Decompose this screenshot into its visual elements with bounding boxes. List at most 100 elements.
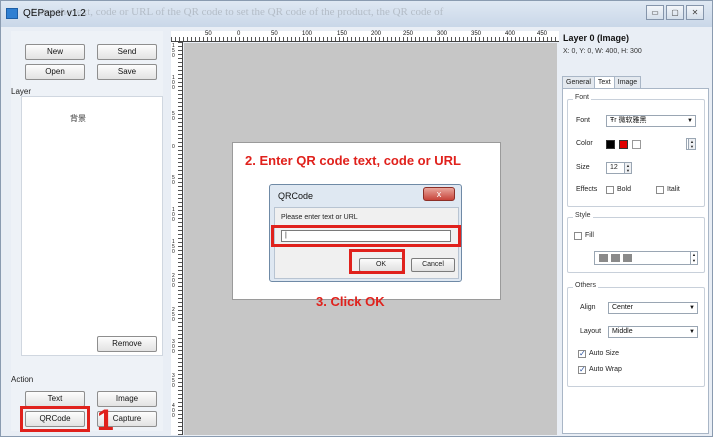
bold-checkbox[interactable] — [606, 186, 614, 194]
text-button[interactable]: Text — [25, 391, 85, 407]
save-button[interactable]: Save — [97, 64, 157, 80]
auto-wrap-checkbox[interactable] — [578, 365, 586, 374]
top-ruler: 50 0 50 100 150 200 250 300 350 400 450 — [171, 31, 559, 42]
send-button[interactable]: Send — [97, 44, 157, 60]
color-swatch-white[interactable] — [632, 140, 641, 149]
text-tab-panel: Font Font Ŧr 微软雅黑 ▼ Color ▲ ▼ Size 12 ▲ ▼ … — [562, 88, 709, 434]
chevron-down-icon: ▼ — [687, 118, 693, 124]
step2-instruction: 2. Enter QR code text, code or URL — [245, 153, 461, 168]
ruler-vtick: 0 — [172, 144, 175, 150]
left-ruler: 1 5 0 1 0 0 5 0 0 5 0 1 0 0 1 5 0 2 0 0 … — [171, 42, 183, 435]
color-swatch-red[interactable] — [619, 140, 628, 149]
color-label: Color — [576, 140, 593, 147]
bold-label: Bold — [617, 186, 632, 193]
ruler-tick: 200 — [371, 31, 382, 37]
title-bar: Enter the text, code or URL of the QR co… — [1, 1, 712, 27]
app-icon — [6, 8, 18, 19]
auto-size-checkbox[interactable] — [578, 349, 586, 358]
ruler-vtick: 2 0 0 — [172, 273, 175, 289]
layer-title: Layer 0 (Image) — [563, 33, 630, 43]
layer-geometry: X: 0, Y: 0, W: 400, H: 300 — [563, 48, 642, 55]
dialog-prompt: Please enter text or URL — [281, 214, 358, 221]
layout-select[interactable]: Middle ▼ — [608, 326, 698, 338]
fill-pattern-select[interactable]: ▲ ▼ — [594, 251, 698, 265]
ok-highlight — [349, 249, 405, 274]
ruler-tick: 250 — [403, 31, 414, 37]
ruler-tick: 450 — [537, 31, 548, 37]
italic-checkbox[interactable] — [656, 186, 664, 194]
font-select[interactable]: Ŧr 微软雅黑 ▼ — [606, 115, 696, 127]
auto-wrap-label: Auto Wrap — [589, 366, 622, 373]
italic-label: Italit — [667, 186, 680, 193]
new-button[interactable]: New — [25, 44, 85, 60]
dialog-title: QRCode — [278, 191, 314, 201]
ruler-vtick: 1 5 0 — [172, 43, 175, 59]
ruler-tick: 150 — [337, 31, 348, 37]
left-panel: New Send Open Save Layer 背景 Remove Actio… — [11, 31, 163, 432]
close-icon[interactable]: ✕ — [686, 5, 704, 20]
auto-size-label: Auto Size — [589, 350, 619, 357]
ruler-tick: 0 — [237, 31, 241, 37]
open-button[interactable]: Open — [25, 64, 85, 80]
app-window: Enter the text, code or URL of the QR co… — [0, 0, 713, 437]
chevron-down-icon: ▼ — [689, 305, 695, 311]
ruler-tick: 50 — [271, 31, 278, 37]
input-highlight — [271, 225, 461, 247]
ruler-vtick: 4 0 0 — [172, 403, 175, 419]
ruler-vtick: 2 5 0 — [172, 307, 175, 323]
font-select-value: 微软雅黑 — [618, 117, 647, 124]
chevron-down-icon: ▼ — [689, 329, 695, 335]
background-ghost-text: Enter the text, code or URL of the QR co… — [31, 6, 444, 18]
spinner-arrows-icon: ▲ ▼ — [690, 252, 697, 264]
fill-checkbox[interactable] — [574, 232, 582, 240]
font-group-title: Font — [573, 94, 592, 101]
layout-label: Layout — [580, 328, 602, 335]
color-spinner[interactable]: ▲ ▼ — [686, 138, 696, 150]
minimize-icon[interactable]: ▭ — [646, 5, 664, 20]
step3-instruction: 3. Click OK — [316, 294, 385, 309]
size-value: 12 — [610, 164, 618, 171]
pattern-swatch — [611, 254, 620, 262]
window-title: QEPaper v1.2 — [23, 8, 86, 19]
layer-group-label: Layer — [11, 87, 32, 96]
ruler-vtick: 3 5 0 — [172, 373, 175, 389]
style-group-title: Style — [573, 212, 593, 219]
spinner-arrows-icon: ▲ ▼ — [688, 139, 695, 149]
style-group: Style Fill ▲ ▼ — [567, 212, 705, 273]
align-select[interactable]: Center ▼ — [608, 302, 698, 314]
font-type-icon: Ŧr — [610, 117, 617, 124]
size-label: Size — [576, 164, 590, 171]
ruler-tick: 100 — [302, 31, 313, 37]
ruler-vtick: 5 0 — [172, 175, 175, 186]
remove-button[interactable]: Remove — [97, 336, 157, 352]
ruler-vtick: 1 0 0 — [172, 75, 175, 91]
dialog-close-icon[interactable]: x — [423, 187, 455, 201]
action-group-label: Action — [11, 375, 34, 384]
align-select-value: Center — [612, 304, 634, 311]
maximize-icon[interactable]: ▢ — [666, 5, 684, 20]
layout-select-value: Middle — [612, 328, 633, 335]
properties-panel: Layer 0 (Image) X: 0, Y: 0, W: 400, H: 3… — [559, 31, 712, 436]
effects-label: Effects — [576, 186, 598, 193]
spinner-arrows-icon: ▲ ▼ — [624, 163, 631, 173]
cancel-button[interactable]: Cancel — [411, 258, 455, 272]
fill-label: Fill — [585, 232, 594, 239]
font-group: Font Font Ŧr 微软雅黑 ▼ Color ▲ ▼ Size 12 ▲ ▼ … — [567, 94, 705, 207]
qrcode-highlight — [20, 406, 90, 432]
pattern-swatch — [623, 254, 632, 262]
others-group: Others Align Center ▼ Layout Middle ▼ Au… — [567, 282, 705, 387]
ruler-tick: 400 — [505, 31, 516, 37]
ruler-vtick: 1 5 0 — [172, 239, 175, 255]
pattern-swatch — [599, 254, 608, 262]
layer-item-background[interactable]: 背景 — [70, 113, 86, 124]
others-group-title: Others — [573, 282, 599, 289]
ruler-vtick: 3 0 0 — [172, 339, 175, 355]
ruler-tick: 350 — [471, 31, 482, 37]
font-label: Font — [576, 117, 591, 124]
color-swatch-black[interactable] — [606, 140, 615, 149]
layer-list[interactable]: 背景 — [21, 96, 163, 356]
align-label: Align — [580, 304, 596, 311]
ruler-tick: 300 — [437, 31, 448, 37]
size-spinner[interactable]: 12 ▲ ▼ — [606, 162, 632, 174]
ruler-vtick: 1 0 0 — [172, 207, 175, 223]
